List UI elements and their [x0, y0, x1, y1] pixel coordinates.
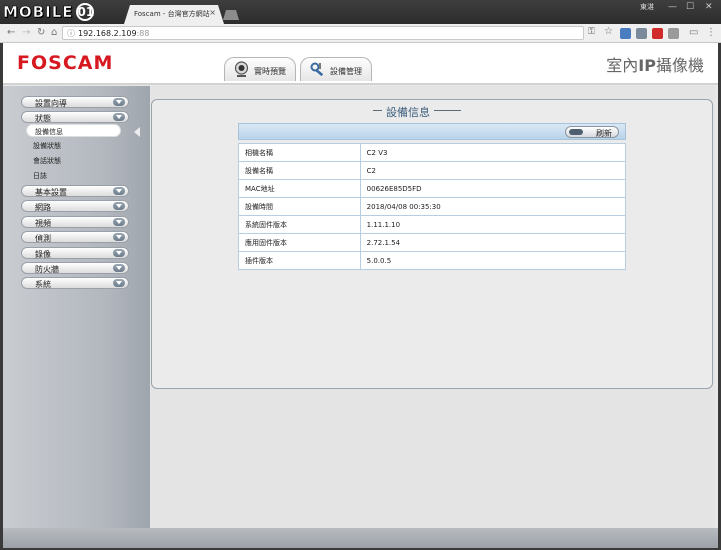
- page-header: FOSCAM 實時預覽 設備管理 室內IP攝像機: [3, 43, 718, 85]
- sidebar-item-video[interactable]: 視頻: [21, 216, 129, 228]
- maximize-icon[interactable]: ☐: [686, 2, 694, 12]
- tab-device-management-label: 設備管理: [330, 67, 362, 76]
- forward-icon[interactable]: →: [22, 27, 30, 38]
- sidebar-subitem-log[interactable]: 日誌: [33, 171, 47, 181]
- chevron-down-icon: [113, 187, 125, 195]
- refresh-icon: [569, 129, 583, 135]
- sidebar-item-network[interactable]: 網路: [21, 200, 129, 212]
- browser-profile-name[interactable]: 東湛: [640, 2, 654, 12]
- row-key: 設備名稱: [238, 161, 361, 180]
- sidebar-item-status[interactable]: 狀態: [21, 111, 129, 123]
- sidebar-item-detection[interactable]: 偵測: [21, 231, 129, 243]
- sidebar-item-recording[interactable]: 錄像: [21, 247, 129, 259]
- extension-a-icon[interactable]: [620, 28, 631, 39]
- page-viewport: FOSCAM 實時預覽 設備管理 室內IP攝像機 設置向導 狀態 設備信息 設備…: [3, 43, 718, 548]
- product-title: 室內IP攝像機: [606, 56, 704, 75]
- cast-icon[interactable]: ▭: [689, 27, 698, 38]
- tab-device-management[interactable]: 設備管理: [300, 57, 372, 81]
- row-key: 設備時間: [238, 197, 361, 216]
- extension-b-icon[interactable]: [636, 28, 647, 39]
- opera-extension-icon[interactable]: [652, 28, 663, 39]
- panel-title: 設備信息: [382, 104, 434, 120]
- chevron-down-icon: [113, 233, 125, 241]
- watermark-logo: MOBILE 01: [3, 1, 95, 23]
- watermark-logo-text: MOBILE: [3, 3, 74, 22]
- sidebar-item-firewall[interactable]: 防火牆: [21, 262, 129, 274]
- device-info-table: 相機名稱 C2 V3 設備名稱 C2 MAC地址 00626E85D5FD 設備…: [238, 143, 627, 270]
- main-content: 設備信息 刷新 相機名稱 C2 V3 設備名稱 C2 MAC地址 00626E8…: [151, 86, 715, 528]
- tools-icon: [310, 62, 324, 77]
- row-key: 插件版本: [238, 251, 361, 270]
- refresh-button[interactable]: 刷新: [565, 126, 619, 138]
- sidebar-subitem-session-status[interactable]: 會話狀態: [33, 156, 61, 166]
- sidebar-item-system[interactable]: 系統: [21, 277, 129, 289]
- sidebar-subitem-device-status[interactable]: 設備狀態: [33, 141, 61, 151]
- browser-tab-title: Foscam - 台灣官方網站: [134, 10, 210, 18]
- browser-tab-foscam[interactable]: Foscam - 台灣官方網站 ×: [124, 5, 224, 24]
- back-icon[interactable]: ←: [7, 27, 15, 38]
- header-divider: [3, 83, 718, 85]
- tab-close-icon[interactable]: ×: [209, 8, 216, 17]
- table-row: 設備名稱 C2: [238, 161, 627, 180]
- tab-live-view[interactable]: 實時預覽: [224, 57, 296, 81]
- bookmark-star-icon[interactable]: ☆: [604, 26, 613, 37]
- window-close-icon[interactable]: ✕: [705, 2, 713, 12]
- address-url: 192.168.2.109:88: [78, 29, 150, 38]
- webcam-icon: [234, 61, 249, 77]
- address-bar[interactable]: ⓘ 192.168.2.109:88: [62, 26, 584, 40]
- table-row: 插件版本 5.0.0.5: [238, 251, 627, 270]
- info-table-header: 刷新: [238, 123, 626, 140]
- table-row: 設備時間 2018/04/08 00:35:30: [238, 197, 627, 216]
- watermark-logo-glyph: 01: [75, 3, 95, 21]
- row-value: C2 V3: [359, 143, 627, 162]
- table-row: 應用固件版本 2.72.1.54: [238, 233, 627, 252]
- chevron-down-icon: [113, 249, 125, 257]
- sidebar-item-basic-settings[interactable]: 基本設置: [21, 185, 129, 197]
- chevron-down-icon: [113, 264, 125, 272]
- chevron-down-icon: [113, 113, 125, 121]
- row-key: 相機名稱: [238, 143, 361, 162]
- row-value: 00626E85D5FD: [359, 179, 627, 198]
- row-key: MAC地址: [238, 179, 361, 198]
- browser-toolbar: ← → ↻ ⌂ ⓘ 192.168.2.109:88 ⚿ ☆ ▭ ⋮: [0, 24, 721, 43]
- active-item-pointer: [134, 127, 140, 137]
- row-value: 2018/04/08 00:35:30: [359, 197, 627, 216]
- extension-c-icon[interactable]: [668, 28, 679, 39]
- chevron-down-icon: [113, 202, 125, 210]
- sidebar-subitem-device-info[interactable]: 設備信息: [26, 124, 121, 137]
- menu-dots-icon[interactable]: ⋮: [706, 27, 716, 38]
- new-tab-button[interactable]: [223, 10, 239, 20]
- page-footer: [3, 528, 718, 548]
- row-value: C2: [359, 161, 627, 180]
- sidebar-item-setup-wizard[interactable]: 設置向導: [21, 96, 129, 108]
- device-info-block: 刷新 相機名稱 C2 V3 設備名稱 C2 MAC地址 00626E85D5FD: [238, 123, 627, 270]
- minimize-icon[interactable]: —: [668, 2, 677, 12]
- site-info-icon[interactable]: ⓘ: [67, 28, 75, 39]
- chevron-down-icon: [113, 98, 125, 106]
- table-row: MAC地址 00626E85D5FD: [238, 179, 627, 198]
- reload-icon[interactable]: ↻: [37, 27, 45, 38]
- chevron-down-icon: [113, 218, 125, 226]
- row-value: 5.0.0.5: [359, 251, 627, 270]
- home-icon[interactable]: ⌂: [51, 27, 57, 38]
- row-key: 應用固件版本: [238, 233, 361, 252]
- row-key: 系統固件版本: [238, 215, 361, 234]
- tab-live-view-label: 實時預覽: [254, 67, 286, 76]
- row-value: 1.11.1.10: [359, 215, 627, 234]
- key-icon[interactable]: ⚿: [588, 27, 595, 37]
- row-value: 2.72.1.54: [359, 233, 627, 252]
- table-row: 相機名稱 C2 V3: [238, 143, 627, 162]
- browser-titlebar: MOBILE 01 Foscam - 台灣官方網站 × 東湛 — ☐ ✕: [0, 0, 721, 24]
- table-row: 系統固件版本 1.11.1.10: [238, 215, 627, 234]
- foscam-logo: FOSCAM: [17, 52, 114, 74]
- device-info-panel: 設備信息 刷新 相機名稱 C2 V3 設備名稱 C2 MAC地址 00626E8…: [151, 99, 713, 389]
- sidebar: 設置向導 狀態 設備信息 設備狀態 會話狀態 日誌 基本設置 網路 視頻 偵測: [3, 86, 150, 528]
- chevron-down-icon: [113, 279, 125, 287]
